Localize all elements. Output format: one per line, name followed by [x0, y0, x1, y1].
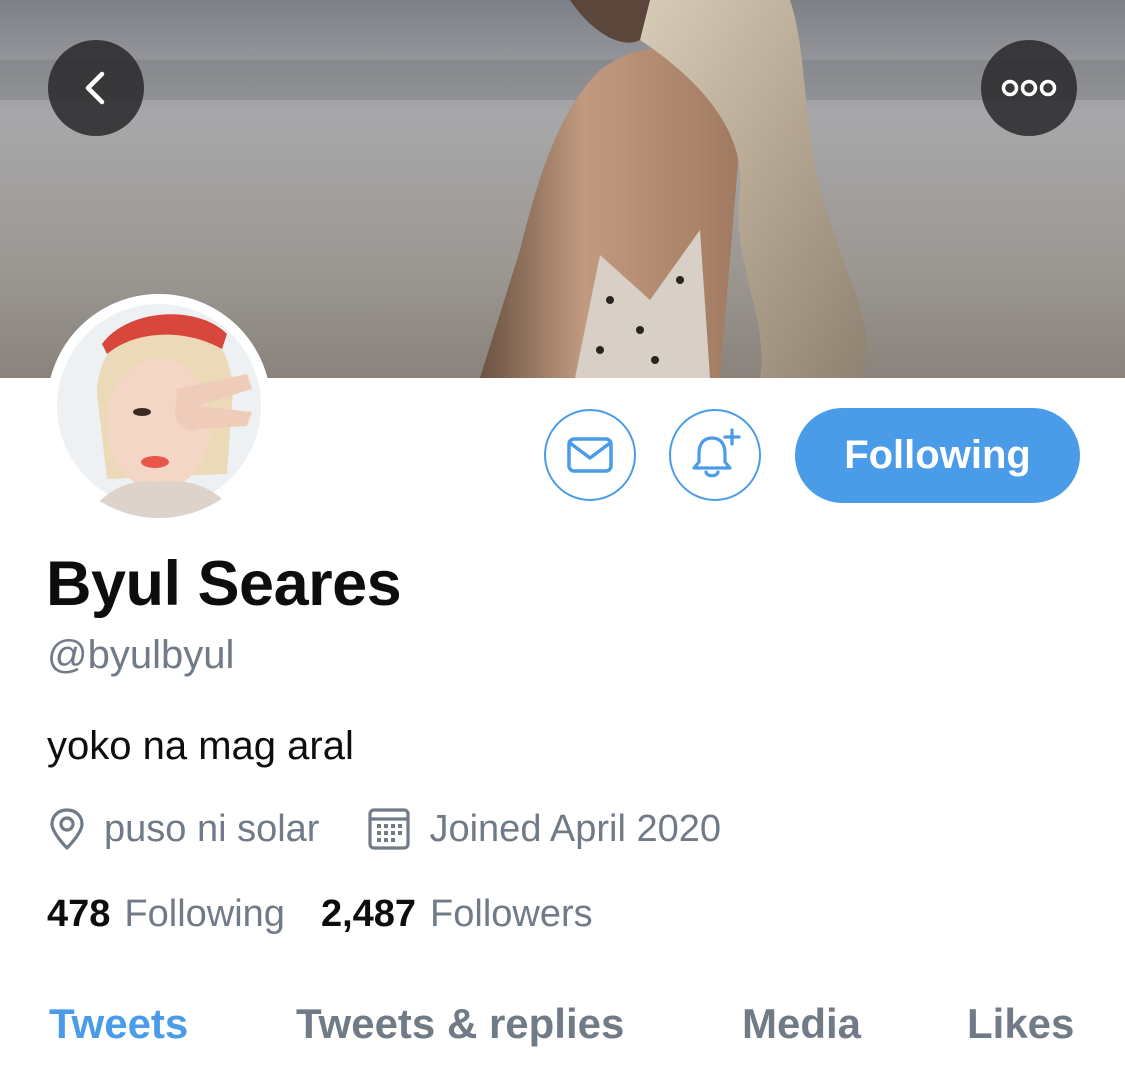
following-stat[interactable]: 478 Following — [47, 893, 285, 936]
tab-tweets-and-replies[interactable]: Tweets & replies — [296, 1000, 624, 1048]
back-button[interactable] — [48, 40, 144, 136]
message-button[interactable] — [544, 409, 636, 501]
bio: yoko na mag aral — [47, 724, 354, 768]
tab-likes[interactable]: Likes — [967, 1000, 1074, 1048]
tab-media[interactable]: Media — [742, 1000, 861, 1048]
display-name: Byul Seares — [46, 549, 402, 619]
profile-tabs: Tweets Tweets & replies Media Likes — [0, 1000, 1125, 1060]
followers-label: Followers — [430, 893, 593, 935]
location-pin-icon — [50, 808, 84, 850]
location-text: puso ni solar — [104, 807, 320, 850]
avatar[interactable] — [47, 294, 271, 518]
following-count: 478 — [47, 893, 111, 935]
notifications-button[interactable] — [669, 409, 761, 501]
envelope-icon — [567, 437, 613, 473]
more-options-button[interactable] — [981, 40, 1077, 136]
following-label: Following — [124, 893, 285, 935]
chevron-left-icon — [85, 71, 105, 105]
tab-tweets[interactable]: Tweets — [49, 1000, 188, 1048]
bell-plus-icon — [692, 428, 741, 478]
followers-stat[interactable]: 2,487 Followers — [321, 893, 593, 936]
following-button[interactable]: Following — [795, 408, 1080, 503]
followers-count: 2,487 — [320, 893, 417, 935]
location: puso ni solar — [48, 807, 319, 851]
avatar-image — [47, 294, 271, 518]
joined-date: Joined April 2020 — [367, 806, 721, 852]
user-handle: @byulbyul — [47, 633, 235, 677]
profile-meta: puso ni solar Joined April 2020 — [48, 803, 721, 855]
calendar-icon — [368, 808, 411, 850]
joined-text: Joined April 2020 — [429, 807, 722, 850]
profile-page: Following Byul Seares @byulbyul yoko na … — [0, 0, 1125, 1087]
follow-stats: 478 Following 2,487 Followers — [47, 893, 629, 936]
more-dots-icon — [1001, 79, 1057, 97]
